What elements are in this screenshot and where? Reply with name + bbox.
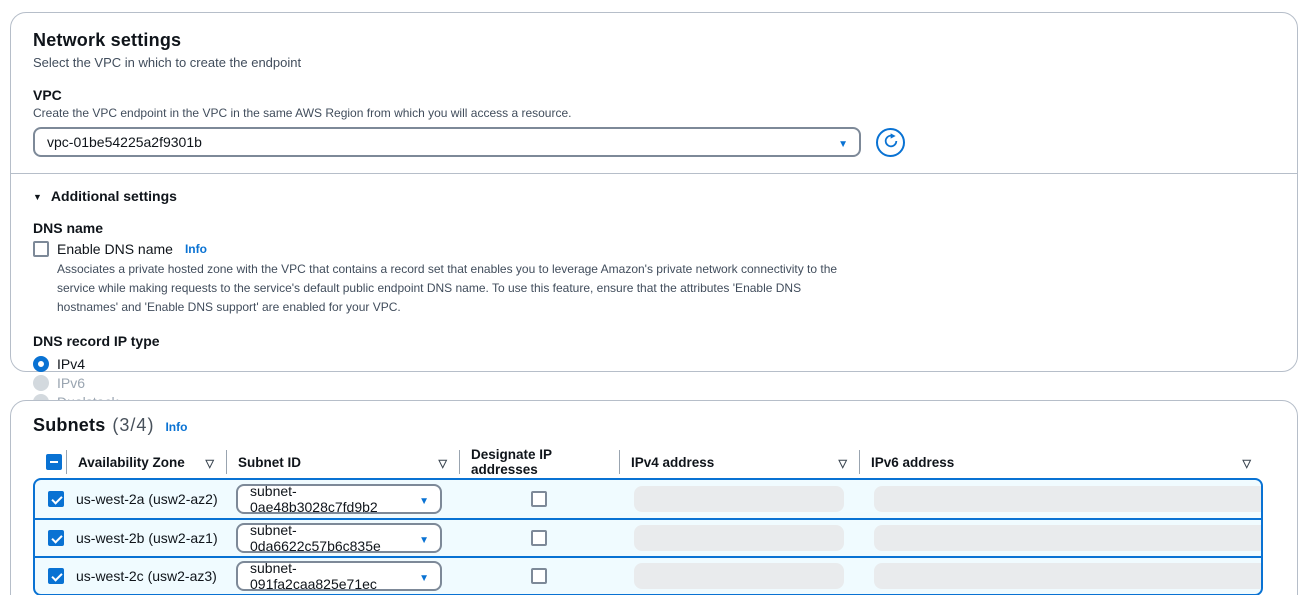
row-select-checkbox[interactable] xyxy=(48,568,64,584)
network-settings-title: Network settings xyxy=(33,30,1275,51)
chevron-down-icon xyxy=(419,530,429,546)
column-header-ipv4-address[interactable]: IPv4 address xyxy=(619,447,859,477)
vpc-label: VPC xyxy=(33,87,1275,103)
subnet-id-select-value: subnet-091fa2caa825e71ec xyxy=(250,560,419,592)
radio-option-label: IPv4 xyxy=(57,356,85,372)
dns-name-label: DNS name xyxy=(33,220,1275,236)
vpc-select[interactable]: vpc-01be54225a2f9301b xyxy=(33,127,861,157)
availability-zone-value: us-west-2c (usw2-az3) xyxy=(66,568,226,584)
expand-caret-icon xyxy=(33,187,42,205)
dns-name-info-link[interactable]: Info xyxy=(185,242,207,256)
radio-option-ipv4[interactable]: IPv4 xyxy=(33,355,1275,374)
subnet-id-select[interactable]: subnet-0ae48b3028c7fd9b2 xyxy=(236,484,442,514)
chevron-down-icon xyxy=(419,568,429,584)
ipv4-address-field-disabled xyxy=(634,563,844,589)
row-select-checkbox[interactable] xyxy=(48,491,64,507)
column-header-availability-zone[interactable]: Availability Zone xyxy=(66,447,226,477)
availability-zone-value: us-west-2b (usw2-az1) xyxy=(66,530,226,546)
table-row[interactable]: us-west-2b (usw2-az1) subnet-0da6622c57b… xyxy=(35,518,1261,556)
enable-dns-name-checkbox-label[interactable]: Enable DNS name xyxy=(57,241,173,257)
vpc-description: Create the VPC endpoint in the VPC in th… xyxy=(33,106,1275,120)
column-header-subnet-id[interactable]: Subnet ID xyxy=(226,447,459,477)
subnet-id-select[interactable]: subnet-091fa2caa825e71ec xyxy=(236,561,442,591)
dns-record-ip-type-label: DNS record IP type xyxy=(33,333,1275,349)
additional-settings-title: Additional settings xyxy=(51,188,177,204)
network-settings-card: Network settings Select the VPC in which… xyxy=(10,12,1298,372)
designate-ip-checkbox[interactable] xyxy=(531,491,547,507)
chevron-down-icon xyxy=(838,134,848,150)
row-select-checkbox[interactable] xyxy=(48,530,64,546)
availability-zone-value: us-west-2a (usw2-az2) xyxy=(66,491,226,507)
radio-selected-icon[interactable] xyxy=(33,356,49,372)
column-label: Subnet ID xyxy=(238,455,301,470)
column-label: Availability Zone xyxy=(78,455,185,470)
table-row[interactable]: us-west-2a (usw2-az2) subnet-0ae48b3028c… xyxy=(35,480,1261,518)
select-all-checkbox[interactable] xyxy=(46,454,62,470)
subnet-id-select-value: subnet-0da6622c57b6c835e xyxy=(250,522,419,554)
column-label: IPv4 address xyxy=(631,455,714,470)
designate-ip-checkbox[interactable] xyxy=(531,568,547,584)
column-label: Designate IP addresses xyxy=(471,447,607,477)
subnet-id-select-value: subnet-0ae48b3028c7fd9b2 xyxy=(250,483,419,515)
section-divider xyxy=(11,173,1297,174)
refresh-button[interactable] xyxy=(876,128,905,157)
subnets-selected-rows-group: us-west-2a (usw2-az2) subnet-0ae48b3028c… xyxy=(33,478,1263,595)
column-header-designate-ip: Designate IP addresses xyxy=(459,447,619,477)
subnets-table-header: Availability Zone Subnet ID Designate IP… xyxy=(33,447,1263,471)
subnet-id-select[interactable]: subnet-0da6622c57b6c835e xyxy=(236,523,442,553)
dns-name-description: Associates a private hosted zone with th… xyxy=(57,260,865,318)
radio-option-ipv6: IPv6 xyxy=(33,374,1275,393)
ipv6-address-field-disabled xyxy=(874,525,1263,551)
refresh-icon xyxy=(883,133,899,152)
ipv4-address-field-disabled xyxy=(634,525,844,551)
table-row[interactable]: us-west-2c (usw2-az3) subnet-091fa2caa82… xyxy=(35,556,1261,594)
column-label: IPv6 address xyxy=(871,455,954,470)
subnets-counter: (3/4) xyxy=(112,415,154,436)
ipv4-address-field-disabled xyxy=(634,486,844,512)
ipv6-address-field-disabled xyxy=(874,486,1263,512)
ipv6-address-field-disabled xyxy=(874,563,1263,589)
sort-filter-icon[interactable] xyxy=(439,455,447,470)
sort-filter-icon[interactable] xyxy=(206,455,214,470)
enable-dns-name-checkbox[interactable] xyxy=(33,241,49,257)
radio-disabled-icon xyxy=(33,375,49,391)
subnets-title: Subnets xyxy=(33,415,105,436)
vpc-select-value: vpc-01be54225a2f9301b xyxy=(47,134,202,150)
designate-ip-checkbox[interactable] xyxy=(531,530,547,546)
column-header-ipv6-address[interactable]: IPv6 address xyxy=(859,447,1263,477)
additional-settings-toggle[interactable]: Additional settings xyxy=(33,187,1275,205)
network-settings-subtitle: Select the VPC in which to create the en… xyxy=(33,55,1275,70)
sort-filter-icon[interactable] xyxy=(1243,455,1251,470)
radio-option-label: IPv6 xyxy=(57,375,85,391)
sort-filter-icon[interactable] xyxy=(839,455,847,470)
subnets-info-link[interactable]: Info xyxy=(165,420,187,434)
subnets-card: Subnets (3/4) Info Availability Zone Sub… xyxy=(10,400,1298,595)
chevron-down-icon xyxy=(419,491,429,507)
